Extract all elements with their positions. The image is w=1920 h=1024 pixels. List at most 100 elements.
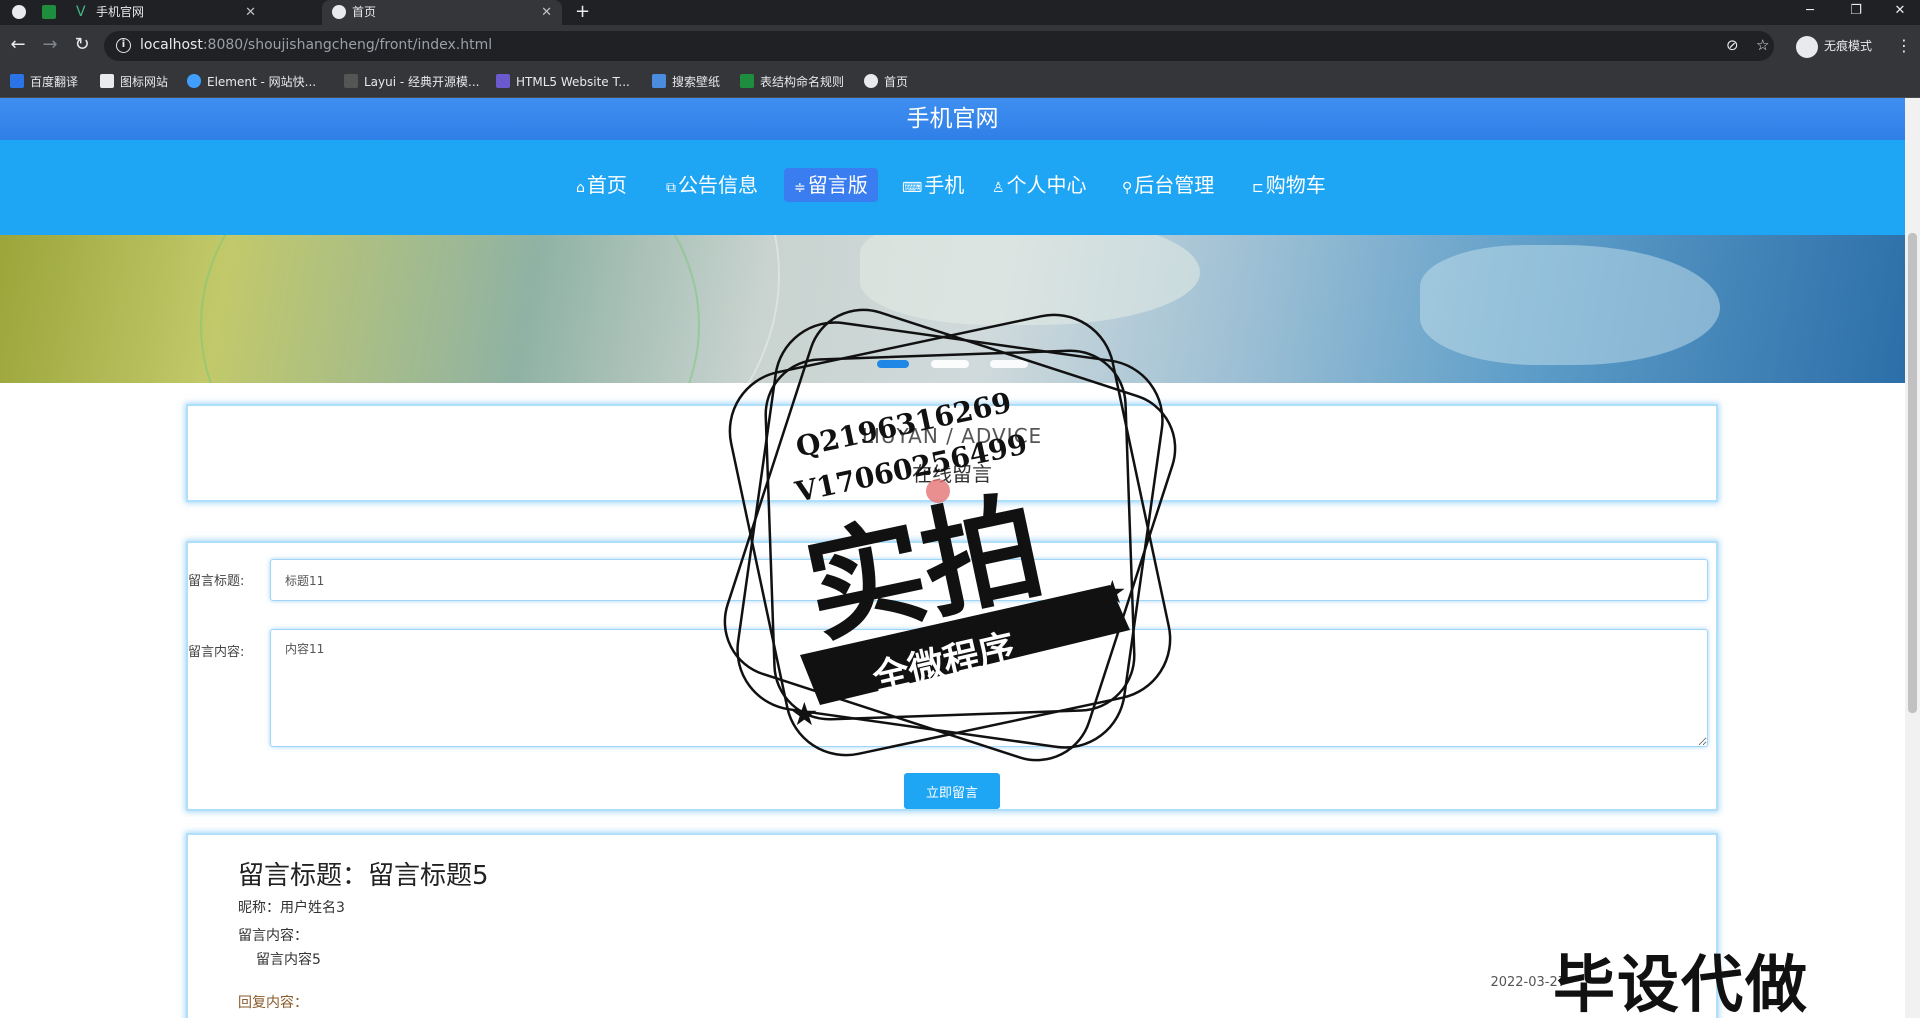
flag-icon	[100, 74, 114, 88]
carousel-dot[interactable]	[989, 360, 1028, 368]
incognito-indicator[interactable]: 无痕模式	[1796, 34, 1872, 58]
nav-label: 留言版	[807, 173, 868, 197]
sheets-icon[interactable]	[42, 5, 56, 19]
star-icon[interactable]: ☆	[1756, 36, 1769, 54]
translate-icon	[10, 74, 24, 88]
home-icon: ⌂	[576, 180, 585, 196]
link-icon: ⚲	[1122, 180, 1133, 196]
bookmark-item[interactable]: Element - 网站快...	[187, 74, 316, 90]
url-path: :8080/shoujishangcheng/front/index.html	[202, 37, 493, 53]
close-icon[interactable]: ✕	[541, 0, 552, 25]
bookmark-item[interactable]: 图标网站	[100, 74, 168, 90]
content-textarea[interactable]: 内容11	[270, 629, 1708, 747]
nav-item-admin[interactable]: ⚲ 后台管理	[1112, 168, 1224, 202]
globe-icon	[332, 5, 346, 19]
nav-label: 后台管理	[1134, 173, 1215, 197]
incognito-icon	[1796, 35, 1818, 58]
nav-item-phones[interactable]: ⌨ 手机	[892, 168, 974, 202]
forward-button[interactable]: →	[38, 34, 62, 56]
incognito-label: 无痕模式	[1824, 39, 1873, 53]
section-title: 在线留言	[912, 462, 992, 486]
nav-label: 个人中心	[1006, 173, 1087, 197]
minimize-button[interactable]: ─	[1790, 0, 1830, 22]
nav-label: 购物车	[1265, 173, 1326, 197]
section-subtitle: LIUYAN / ADVICE	[861, 424, 1043, 448]
title-label: 留言标题:	[188, 574, 245, 589]
main-nav: ⌂ 首页 ⧉ 公告信息 ≑ 留言版 ⌨ 手机 ♙ 个人中心 ⚲ 后台管理 ⊏ 购物车	[0, 140, 1905, 235]
corner-watermark: 毕设代做	[1553, 948, 1810, 1021]
address-bar[interactable]: i localhost:8080/shoujishangcheng/front/…	[104, 31, 1774, 61]
bookmark-label: Element - 网站快...	[207, 75, 317, 89]
bookmark-item[interactable]: HTML5 Website T...	[496, 74, 630, 90]
info-icon[interactable]: i	[116, 38, 131, 53]
carousel-dot[interactable]	[877, 360, 910, 368]
bookmark-label: 搜索壁纸	[672, 75, 721, 89]
carousel-dot[interactable]	[930, 360, 969, 368]
nav-label: 手机	[924, 173, 965, 197]
tab-home[interactable]: 首页 ✕	[322, 0, 562, 25]
tab-phone-site[interactable]: V 手机官网 ✕	[66, 0, 266, 25]
notice-icon: ⧉	[666, 180, 676, 196]
site-header: 手机官网	[0, 98, 1905, 140]
sheets-icon	[740, 74, 754, 88]
close-icon[interactable]: ✕	[245, 0, 256, 25]
bookmark-item[interactable]: 搜索壁纸	[652, 74, 720, 90]
message-content: 留言内容5	[256, 952, 321, 968]
bookmark-label: HTML5 Website T...	[516, 75, 630, 89]
browser-toolbar: ← → ↻ i localhost:8080/shoujishangcheng/…	[0, 25, 1920, 67]
sort-icon: ≑	[794, 180, 806, 196]
title-input[interactable]	[270, 559, 1708, 601]
carousel-indicators	[0, 353, 1905, 372]
bookmark-label: 百度翻译	[30, 75, 79, 89]
html5-icon	[496, 74, 510, 88]
banner-decoration	[1420, 245, 1720, 365]
tab-title: 首页	[352, 5, 377, 19]
cart-icon: ⊏	[1252, 180, 1264, 196]
nav-item-home[interactable]: ⌂ 首页	[566, 168, 637, 202]
globe-icon	[864, 74, 878, 88]
tab-title: 手机官网	[96, 5, 145, 19]
window-close-button[interactable]: ✕	[1880, 0, 1920, 22]
back-button[interactable]: ←	[6, 34, 30, 56]
message-nickname: 昵称：用户姓名3	[238, 900, 345, 916]
message-card: 留言标题：留言标题5 昵称：用户姓名3 留言内容： 留言内容5 回复内容： 20…	[186, 833, 1718, 1018]
message-reply-label: 回复内容：	[238, 995, 308, 1011]
section-header-card: LIUYAN / ADVICE 在线留言	[186, 404, 1718, 502]
vue-icon: V	[76, 4, 86, 20]
bookmark-label: Layui - 经典开源模...	[364, 75, 480, 89]
element-icon	[187, 74, 201, 88]
new-tab-button[interactable]: +	[575, 0, 590, 24]
browser-tab-strip: V 手机官网 ✕ 首页 ✕ + ─ ❐ ✕	[0, 0, 1920, 25]
nav-item-notices[interactable]: ⧉ 公告信息	[656, 168, 768, 202]
restore-button[interactable]: ❐	[1836, 0, 1876, 22]
bookmarks-bar: 百度翻译 图标网站 Element - 网站快... Layui - 经典开源模…	[0, 67, 1920, 98]
bookmark-item[interactable]: 表结构命名规则	[740, 74, 844, 90]
keyboard-icon: ⌨	[902, 180, 923, 196]
bookmark-label: 表结构命名规则	[760, 75, 845, 89]
globe-icon[interactable]	[12, 5, 26, 19]
submit-button[interactable]: 立即留言	[904, 773, 1000, 809]
nav-item-profile[interactable]: ♙ 个人中心	[982, 168, 1097, 202]
bookmark-label: 图标网站	[120, 75, 169, 89]
eye-off-icon[interactable]: ⊘	[1726, 36, 1739, 54]
banner-carousel[interactable]	[0, 235, 1905, 383]
reload-button[interactable]: ↻	[70, 34, 94, 56]
page-viewport: 手机官网 ⌂ 首页 ⧉ 公告信息 ≑ 留言版 ⌨ 手机 ♙ 个人中心 ⚲ 后台管理 ⊏ 购物车…	[0, 98, 1905, 1018]
message-form: 留言标题: 留言内容: 内容11 立即留言	[186, 541, 1718, 811]
message-content-label: 留言内容：	[238, 928, 308, 944]
scrollbar-thumb[interactable]	[1908, 233, 1917, 713]
bookmark-item[interactable]: 首页	[864, 74, 908, 90]
banner-decoration	[860, 235, 1200, 325]
message-title: 留言标题：留言标题5	[238, 861, 489, 891]
url-text[interactable]: localhost:8080/shoujishangcheng/front/in…	[140, 37, 492, 53]
page-scrollbar[interactable]	[1905, 98, 1920, 1018]
bookmark-item[interactable]: 百度翻译	[10, 74, 78, 90]
user-icon: ♙	[992, 180, 1005, 196]
wallpaper-icon	[652, 74, 666, 88]
nav-item-cart[interactable]: ⊏ 购物车	[1242, 168, 1336, 202]
url-host: localhost	[140, 37, 203, 53]
nav-item-guestbook[interactable]: ≑ 留言版	[784, 168, 878, 202]
bookmark-item[interactable]: Layui - 经典开源模...	[344, 74, 479, 90]
layui-icon	[344, 74, 358, 88]
more-menu-icon[interactable]: ⋮	[1896, 36, 1912, 55]
